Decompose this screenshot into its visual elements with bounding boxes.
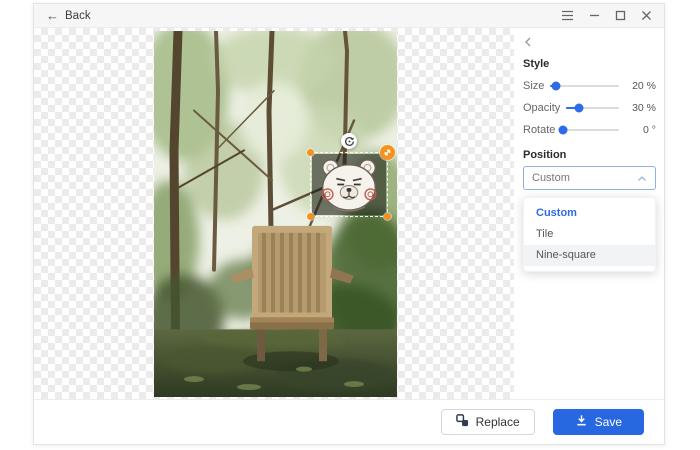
save-label: Save bbox=[594, 415, 622, 429]
save-button[interactable]: Save bbox=[552, 409, 644, 435]
rotate-slider-row: Rotate 0 ° bbox=[523, 119, 656, 141]
opacity-label: Opacity bbox=[523, 102, 561, 114]
rotate-slider-thumb[interactable] bbox=[558, 125, 568, 135]
menu-icon[interactable] bbox=[561, 10, 574, 21]
style-panel: Style Size 20 % Opacity 30 % Rotate 0 ° … bbox=[514, 28, 664, 399]
size-slider[interactable] bbox=[550, 81, 619, 91]
size-value: 20 % bbox=[632, 80, 656, 92]
footer-bar: Replace Save bbox=[34, 399, 664, 444]
size-slider-row: Size 20 % bbox=[523, 75, 656, 97]
maximize-icon[interactable] bbox=[615, 10, 626, 21]
main-content: Style Size 20 % Opacity 30 % Rotate 0 ° … bbox=[34, 28, 664, 399]
editor-canvas[interactable] bbox=[34, 28, 514, 399]
replace-label: Replace bbox=[475, 415, 520, 429]
back-button[interactable]: ← Back bbox=[46, 9, 91, 22]
opacity-value: 30 % bbox=[632, 102, 656, 114]
style-heading: Style bbox=[523, 58, 550, 70]
close-icon[interactable] bbox=[641, 10, 652, 21]
opacity-slider-thumb[interactable] bbox=[574, 103, 584, 113]
download-icon bbox=[575, 414, 588, 430]
replace-button[interactable]: Replace bbox=[440, 409, 535, 435]
replace-icon bbox=[455, 414, 469, 430]
position-select-value: Custom bbox=[532, 172, 570, 184]
rotate-handle[interactable] bbox=[341, 133, 357, 149]
dropdown-option-nine-square[interactable]: Nine-square bbox=[524, 245, 655, 266]
resize-handle-bottom-left[interactable] bbox=[307, 213, 314, 220]
size-slider-thumb[interactable] bbox=[551, 81, 561, 91]
chevron-up-icon bbox=[638, 175, 646, 181]
rotate-label: Rotate bbox=[523, 124, 556, 136]
position-dropdown-menu: Custom Tile Nine-square bbox=[523, 197, 656, 272]
minimize-icon[interactable] bbox=[589, 10, 600, 21]
position-select[interactable]: Custom bbox=[523, 166, 656, 190]
window-controls bbox=[561, 10, 652, 21]
rotate-slider[interactable] bbox=[558, 125, 619, 135]
dropdown-option-tile[interactable]: Tile bbox=[524, 224, 655, 245]
watermark-selection-box[interactable] bbox=[307, 133, 395, 220]
resize-handle-top-right[interactable] bbox=[380, 145, 395, 160]
title-bar: ← Back bbox=[34, 4, 664, 28]
collapse-panel-button[interactable] bbox=[523, 36, 537, 50]
rotate-value: 0 ° bbox=[643, 124, 656, 136]
dropdown-option-custom[interactable]: Custom bbox=[524, 203, 655, 224]
size-label: Size bbox=[523, 80, 545, 92]
position-heading: Position bbox=[523, 149, 567, 161]
bear-sticker-watermark[interactable] bbox=[312, 154, 386, 215]
opacity-slider-row: Opacity 30 % bbox=[523, 97, 656, 119]
resize-handle-bottom-right[interactable] bbox=[384, 213, 391, 220]
arrow-left-icon: ← bbox=[46, 8, 59, 23]
app-window: ← Back Style Size 20 % Opacity 30 % Rota… bbox=[33, 3, 665, 445]
resize-handle-top-left[interactable] bbox=[307, 149, 314, 156]
back-label: Back bbox=[65, 9, 91, 22]
opacity-slider[interactable] bbox=[566, 103, 619, 113]
